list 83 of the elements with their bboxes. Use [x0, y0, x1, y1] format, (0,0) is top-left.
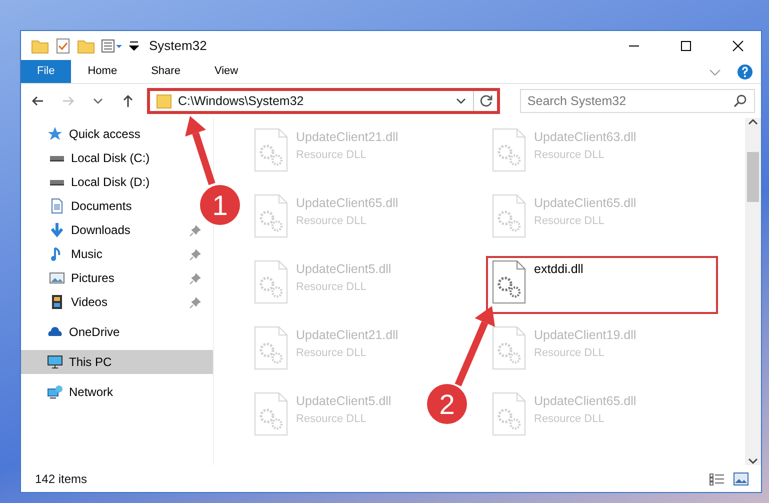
- sidebar-item[interactable]: Local Disk (D:): [21, 170, 156, 194]
- callout-arrow: [185, 116, 216, 186]
- gear-file-icon: [492, 128, 526, 172]
- file-type: Resource DLL: [534, 412, 606, 427]
- file-type: Resource DLL: [534, 346, 606, 361]
- window-title: System32: [149, 36, 207, 55]
- close-icon: [730, 38, 746, 54]
- file-type: Resource DLL: [296, 346, 368, 361]
- ribbon-tab[interactable]: Home: [70, 60, 134, 83]
- film-icon: [49, 294, 65, 310]
- sidebar-item[interactable]: Network: [21, 380, 213, 404]
- refresh-icon: [478, 94, 493, 108]
- sidebar-item[interactable]: Downloads: [21, 218, 213, 242]
- drive-icon: [49, 154, 65, 162]
- sidebar-item[interactable]: Local Disk (C:): [21, 146, 156, 170]
- search-icon: [733, 94, 747, 108]
- pin-icon: [189, 272, 201, 285]
- gear-file-icon: [492, 326, 526, 370]
- file-name: UpdateClient63.dll: [534, 129, 636, 146]
- pin-icon: [189, 224, 201, 237]
- details-view-icon[interactable]: [709, 472, 725, 486]
- sidebar-item[interactable]: Videos: [21, 290, 213, 314]
- sidebar-item[interactable]: Pictures: [21, 266, 213, 290]
- dropdown-caret-icon[interactable]: [129, 40, 139, 52]
- file-type: Resource DLL: [534, 214, 606, 229]
- file-type: Resource DLL: [296, 148, 368, 163]
- gear-file-icon: [254, 128, 288, 172]
- sidebar-item[interactable]: Music: [21, 242, 213, 266]
- address-path: C:\Windows\System32: [178, 92, 304, 110]
- document-icon: [49, 198, 65, 214]
- drive-icon: [49, 178, 65, 186]
- help-icon[interactable]: [737, 64, 753, 80]
- gear-file-icon: [254, 326, 288, 370]
- scroll-up-icon[interactable]: [748, 118, 758, 126]
- gear-file-icon: [492, 392, 526, 436]
- file-name: UpdateClient19.dll: [534, 327, 636, 344]
- item-count: 142 items: [35, 470, 88, 488]
- file-type: Resource DLL: [534, 148, 606, 163]
- pin-icon: [189, 296, 201, 309]
- file-type: Resource DLL: [296, 214, 368, 229]
- callout-badge: [200, 185, 240, 225]
- file-name: extddi.dll: [534, 261, 584, 278]
- gear-file-icon: [254, 392, 288, 436]
- download-icon: [49, 222, 65, 238]
- minimize-icon: [629, 44, 639, 46]
- search-field[interactable]: Search System32: [520, 89, 755, 113]
- folder-icon: [156, 93, 172, 109]
- pin-icon: [189, 248, 201, 261]
- file-item[interactable]: extddi.dll: [486, 256, 718, 314]
- callout-number: 1: [212, 190, 228, 221]
- scroll-down-icon[interactable]: [748, 457, 758, 465]
- callout-badge: [427, 384, 467, 424]
- scrollbar[interactable]: [745, 118, 761, 465]
- ribbon-tab[interactable]: View: [197, 60, 256, 83]
- scroll-thumb[interactable]: [747, 152, 759, 202]
- file-name: UpdateClient21.dll: [296, 129, 398, 146]
- gear-file-icon: [492, 260, 526, 304]
- picture-icon: [49, 270, 65, 286]
- file-name: UpdateClient65.dll: [296, 195, 398, 212]
- gear-file-icon: [254, 194, 288, 238]
- file-name: UpdateClient21.dll: [296, 327, 398, 344]
- file-name: UpdateClient5.dll: [296, 393, 392, 410]
- file-type: Resource DLL: [296, 412, 368, 427]
- properties-icon[interactable]: [101, 38, 123, 54]
- checklist-icon[interactable]: [55, 38, 71, 54]
- file-name: UpdateClient65.dll: [534, 393, 636, 410]
- sidebar-item[interactable]: Quick access: [21, 122, 213, 146]
- callout-number: 2: [439, 389, 455, 420]
- sidebar-item[interactable]: Documents: [21, 194, 138, 218]
- star-icon: [47, 126, 63, 142]
- network-icon: [47, 384, 63, 400]
- gear-file-icon: [492, 194, 526, 238]
- file-name: UpdateClient5.dll: [296, 261, 392, 278]
- sidebar-item[interactable]: This PC: [21, 350, 213, 374]
- address-bar[interactable]: C:\Windows\System32: [147, 88, 500, 114]
- ribbon-tab[interactable]: Share: [134, 60, 198, 83]
- gear-file-icon: [254, 260, 288, 304]
- computer-icon: [47, 354, 63, 370]
- file-name: UpdateClient65.dll: [534, 195, 636, 212]
- file-type: Resource DLL: [296, 280, 368, 295]
- sidebar-item[interactable]: OneDrive: [21, 320, 213, 344]
- large-icons-view-icon[interactable]: [733, 472, 749, 486]
- file-menu-tab[interactable]: File: [21, 60, 71, 83]
